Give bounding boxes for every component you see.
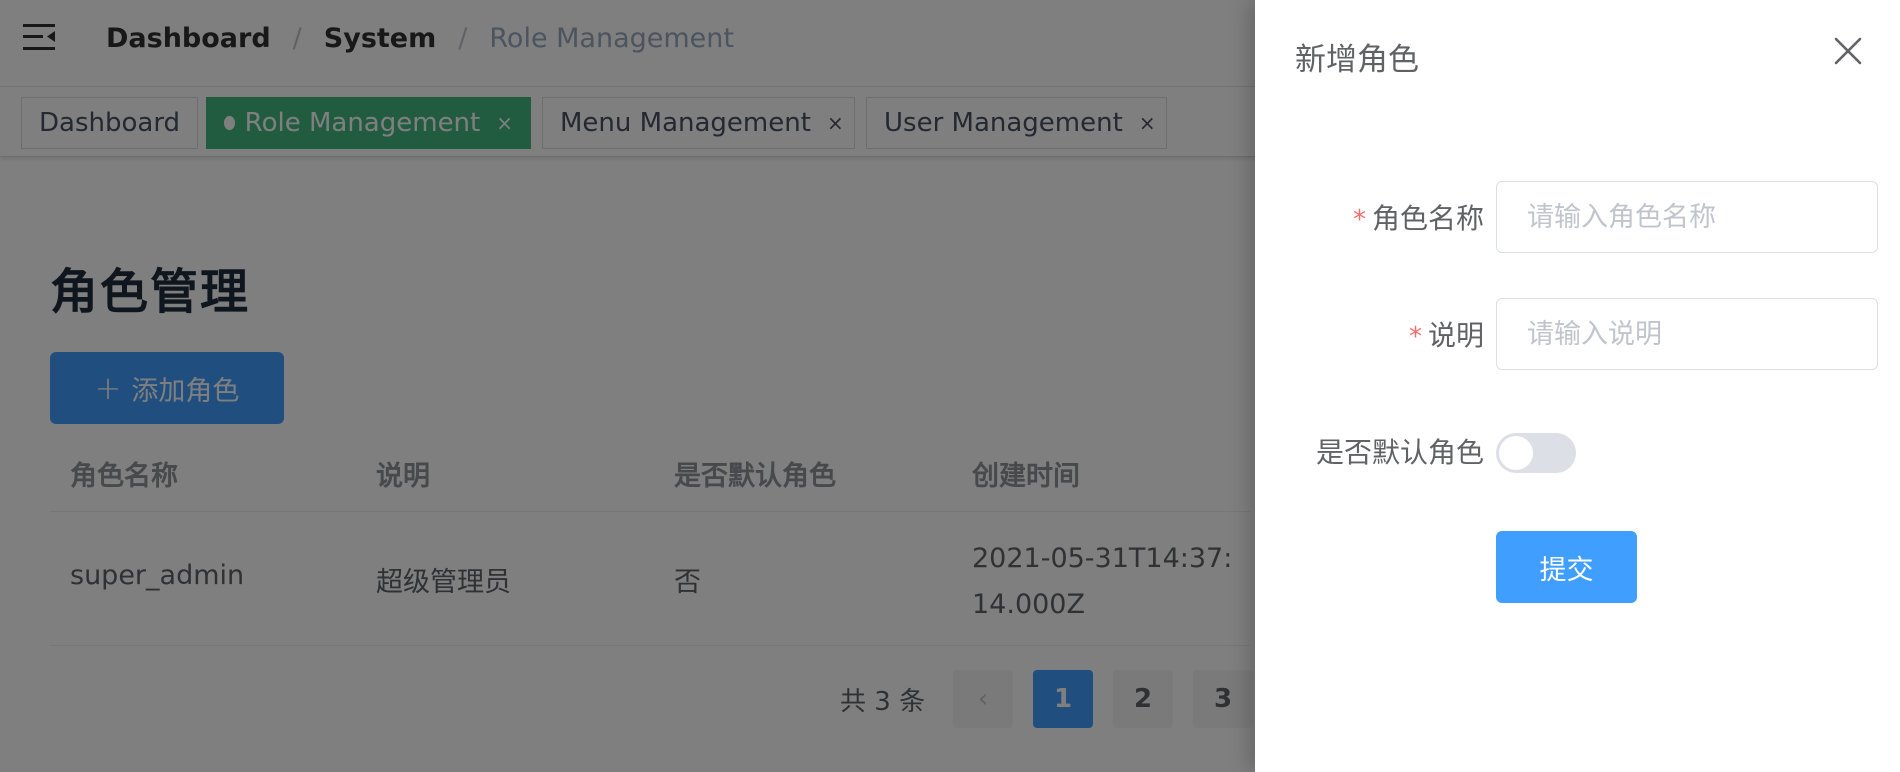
description-label: * 说明 bbox=[1408, 319, 1484, 352]
submit-button[interactable]: 提交 bbox=[1496, 531, 1637, 603]
required-mark: * bbox=[1408, 322, 1422, 352]
required-mark: * bbox=[1352, 205, 1366, 235]
role-name-label: * 角色名称 bbox=[1352, 202, 1484, 235]
add-role-drawer: 新增角色 *角色名称 *说明 是否默认角色 提交 bbox=[1255, 0, 1900, 772]
is-default-label: 是否默认角色 bbox=[1315, 436, 1484, 469]
is-default-switch[interactable] bbox=[1496, 433, 1576, 473]
role-name-input[interactable] bbox=[1496, 181, 1878, 253]
switch-knob bbox=[1499, 436, 1533, 470]
description-input[interactable] bbox=[1496, 298, 1878, 370]
drawer-title: 新增角色 bbox=[1295, 42, 1419, 78]
close-icon[interactable] bbox=[1829, 32, 1867, 70]
